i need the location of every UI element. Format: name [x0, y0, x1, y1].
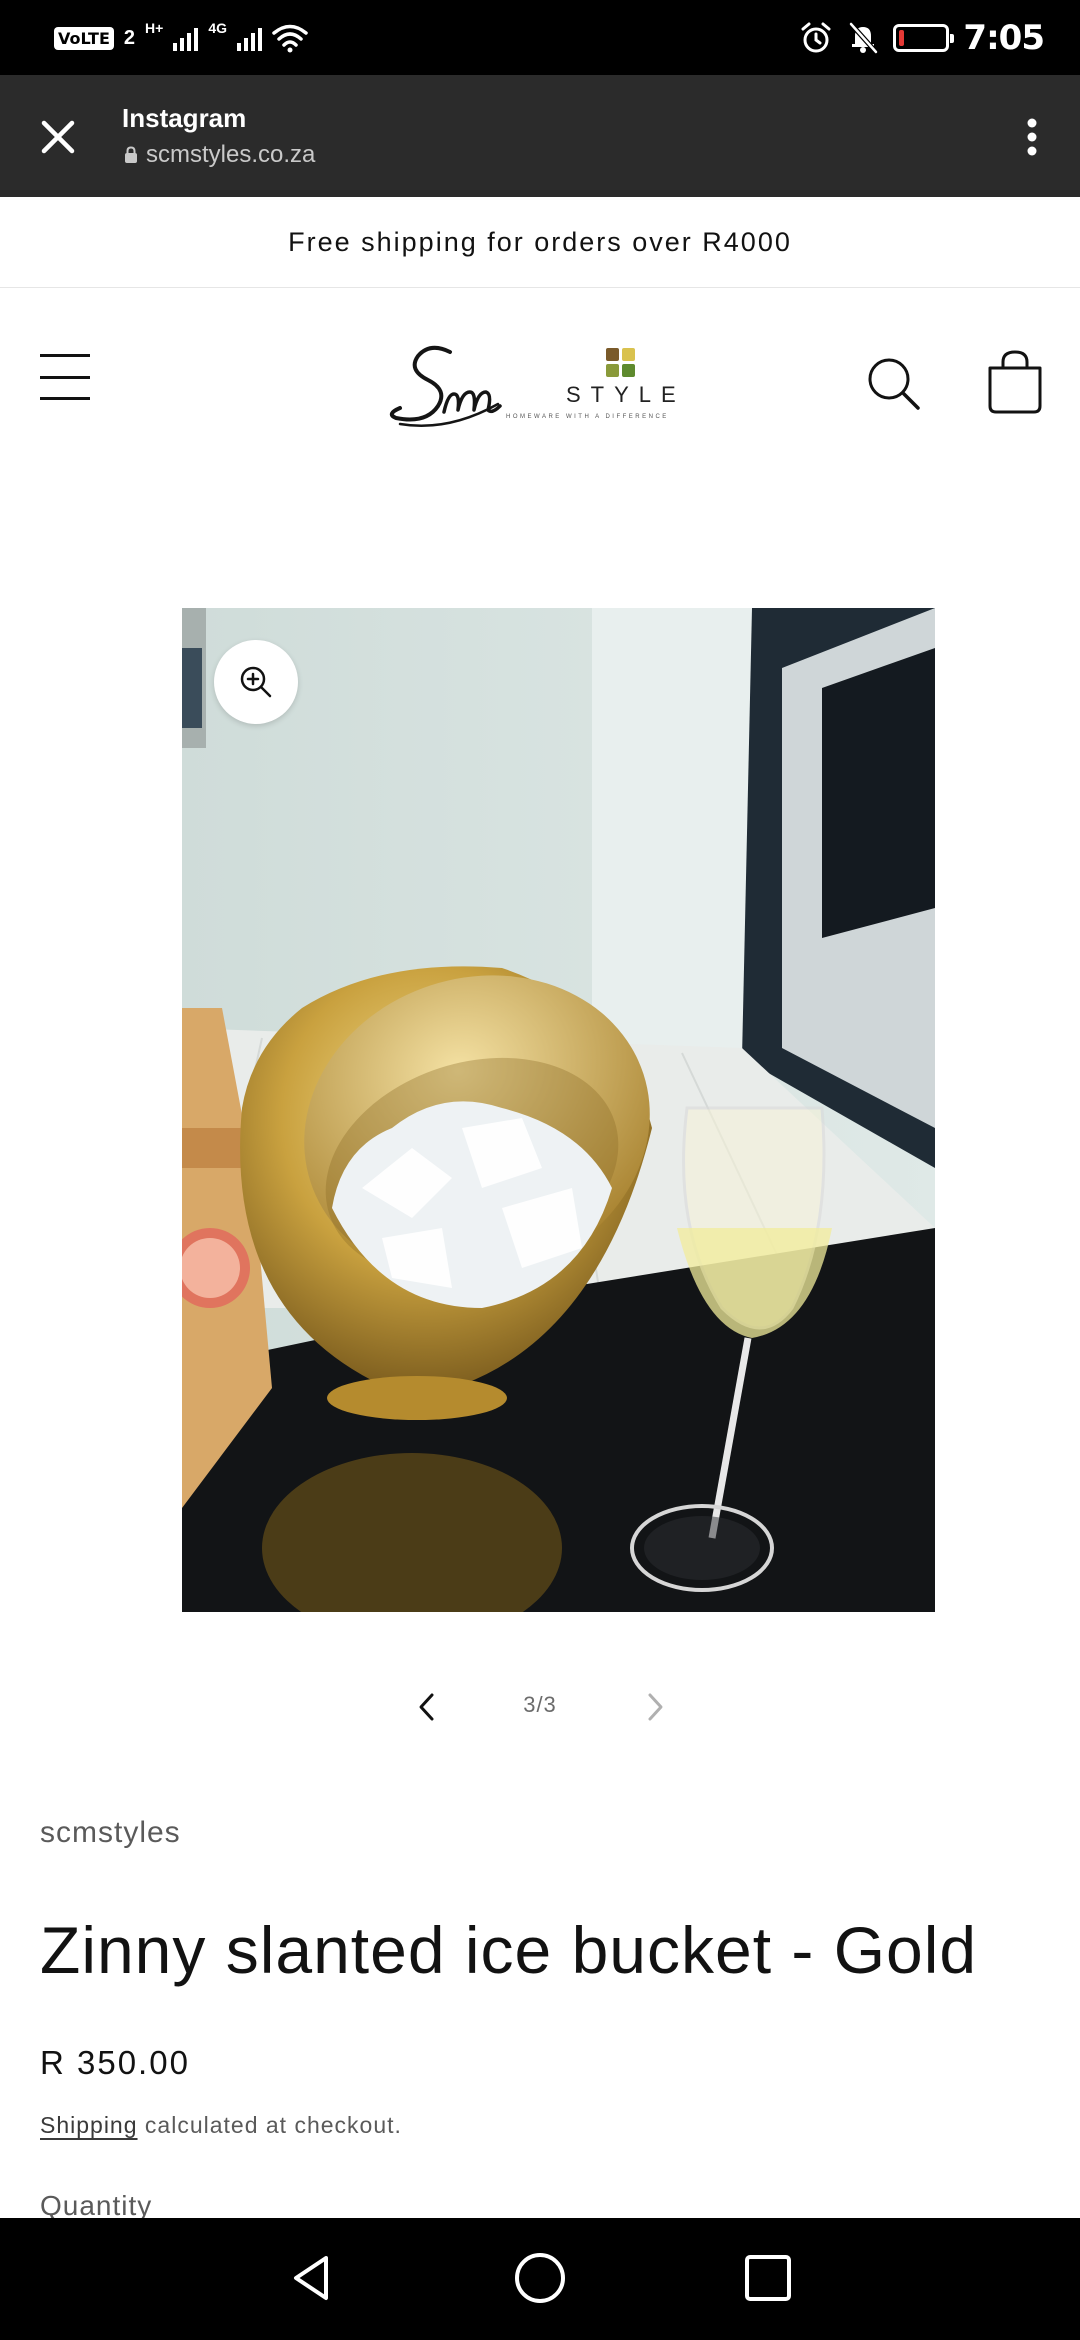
browser-url-text: scmstyles.co.za	[146, 141, 316, 168]
announcement-bar: Free shipping for orders over R4000	[0, 197, 1080, 288]
network-type-1: H+	[145, 20, 164, 36]
close-button[interactable]	[26, 105, 90, 169]
system-navigation-bar	[0, 2218, 1080, 2340]
back-triangle-icon	[294, 2256, 328, 2300]
more-vert-icon	[1027, 118, 1037, 156]
menu-button[interactable]	[36, 350, 94, 404]
slider-next-button[interactable]	[630, 1682, 680, 1732]
shipping-link[interactable]: Shipping	[40, 2112, 138, 2138]
product-vendor: scmstyles	[40, 1816, 181, 1849]
clock: 7:05	[963, 18, 1045, 58]
home-circle-icon	[515, 2253, 565, 2303]
nav-back-button[interactable]	[282, 2248, 342, 2308]
product-price: R 350.00	[40, 2044, 190, 2081]
nav-home-button[interactable]	[510, 2248, 570, 2308]
chevron-right-icon	[648, 1693, 663, 1721]
zoom-button[interactable]	[214, 640, 298, 724]
shipping-note-text: calculated at checkout.	[137, 2112, 402, 2138]
network-type-2: 4G	[208, 20, 227, 36]
status-left: VoLTE 2 H+ 4G	[54, 18, 308, 58]
status-right: 7:05	[799, 16, 1045, 60]
chevron-left-icon	[419, 1693, 434, 1721]
slider-previous-button[interactable]	[402, 1682, 452, 1732]
logo-graphic: STYLE HOMEWARE WITH A DIFFERENCE	[389, 345, 686, 427]
browser-page-title: Instagram	[122, 103, 247, 133]
wifi-icon	[272, 24, 308, 53]
product-title: Zinny slanted ice bucket - Gold	[40, 1913, 978, 1987]
product-photo-ice-bucket	[182, 608, 935, 1612]
site-header: STYLE HOMEWARE WITH A DIFFERENCE	[0, 288, 1080, 478]
product-image[interactable]	[182, 608, 935, 1612]
close-icon	[41, 120, 75, 154]
search-icon	[868, 358, 920, 410]
zoom-in-icon	[240, 666, 272, 698]
logo-word: STYLE	[566, 382, 686, 407]
site-logo[interactable]: STYLE HOMEWARE WITH A DIFFERENCE	[388, 338, 692, 438]
search-button[interactable]	[862, 352, 926, 416]
recents-square-icon	[745, 2255, 791, 2301]
status-bar: VoLTE 2 H+ 4G 7:05	[0, 0, 1080, 75]
alarm-icon	[801, 22, 831, 53]
battery-icon	[893, 24, 955, 52]
logo-tagline: HOMEWARE WITH A DIFFERENCE	[506, 414, 669, 420]
cart-button[interactable]	[982, 346, 1048, 416]
signal-icon	[237, 25, 262, 51]
shopping-bag-icon	[988, 350, 1042, 414]
signal-icon	[173, 25, 199, 51]
notifications-off-icon	[849, 22, 879, 54]
shipping-note: Shipping calculated at checkout.	[40, 2112, 402, 2139]
volte-indicator: VoLTE	[54, 26, 114, 50]
lock-icon	[125, 146, 137, 163]
browser-url[interactable]: scmstyles.co.za	[124, 141, 315, 169]
sim-number: 2	[123, 26, 136, 49]
nav-recents-button[interactable]	[738, 2248, 798, 2308]
browser-toolbar: Instagram scmstyles.co.za	[0, 75, 1080, 197]
browser-menu-button[interactable]	[1012, 105, 1052, 169]
slider-counter: 3/3	[523, 1692, 557, 1717]
